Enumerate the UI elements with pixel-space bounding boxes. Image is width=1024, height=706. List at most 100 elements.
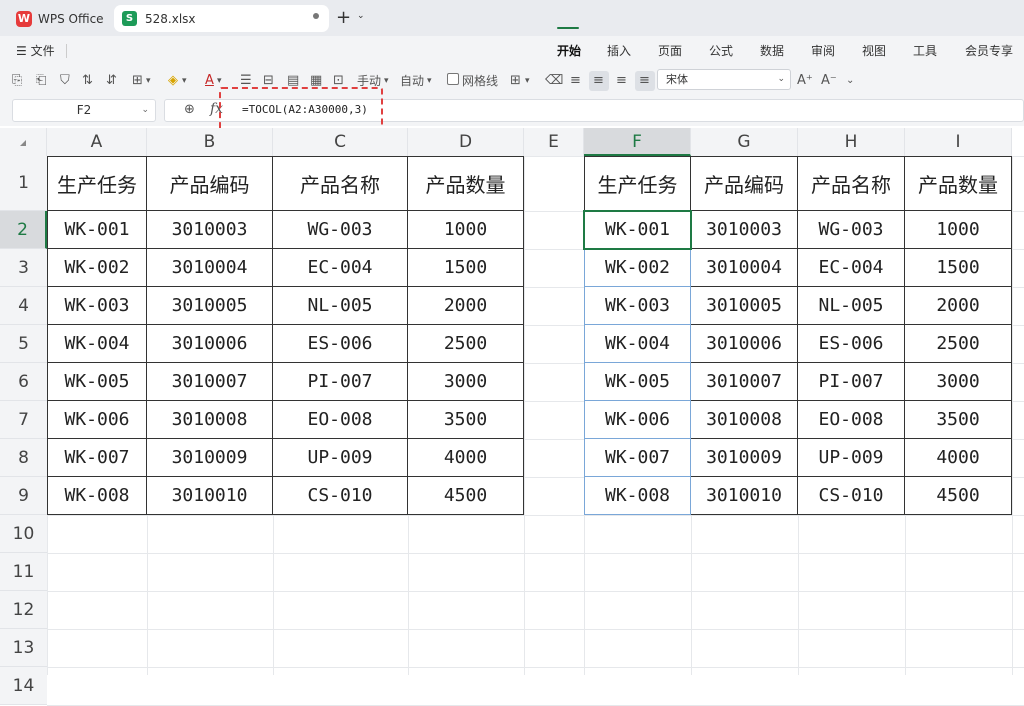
left-table-cell[interactable]: 4000 — [408, 439, 524, 477]
font-shrink-icon[interactable]: A⁻ — [821, 72, 837, 90]
left-table-cell[interactable]: 1500 — [408, 249, 524, 287]
row-header-6[interactable]: 6 — [0, 363, 47, 401]
row-header-14[interactable]: 14 — [0, 667, 47, 705]
column-header-h[interactable]: H — [798, 128, 905, 156]
right-table-cell[interactable]: WK-004 — [584, 325, 691, 363]
auto-calc-button[interactable]: 自动 — [400, 72, 424, 90]
tab-wps-office[interactable]: W WPS Office — [6, 5, 110, 32]
right-table-cell[interactable]: WK-008 — [584, 477, 691, 515]
right-table-cell[interactable]: 3500 — [905, 401, 1012, 439]
sort-ascending-icon[interactable]: ⇅ — [82, 72, 93, 90]
left-table-cell[interactable]: 3010003 — [147, 211, 273, 249]
right-table-cell[interactable]: WK-006 — [584, 401, 691, 439]
left-table-cell[interactable]: WK-005 — [47, 363, 147, 401]
chevron-down-icon[interactable]: ▾ — [384, 72, 389, 90]
right-table-cell[interactable]: 3010007 — [691, 363, 798, 401]
column-header-e[interactable]: E — [524, 128, 584, 156]
column-header-d[interactable]: D — [408, 128, 524, 156]
right-table-cell[interactable]: WK-003 — [584, 287, 691, 325]
right-table-cell[interactable]: WK-001 — [584, 211, 691, 249]
chevron-down-icon[interactable]: ▾ — [525, 72, 530, 90]
row-header-7[interactable]: 7 — [0, 401, 47, 439]
right-table-cell[interactable]: 3010005 — [691, 287, 798, 325]
chevron-down-icon[interactable]: ⌄ — [846, 72, 854, 90]
row-header-13[interactable]: 13 — [0, 629, 47, 667]
align-left-icon[interactable]: ≡ — [570, 72, 581, 90]
left-table-cell[interactable]: CS-010 — [273, 477, 408, 515]
right-table-cell[interactable]: 4000 — [905, 439, 1012, 477]
chevron-down-icon[interactable]: ▾ — [182, 72, 187, 90]
left-table-cell[interactable]: EC-004 — [273, 249, 408, 287]
left-table-header-cell[interactable]: 产品数量 — [408, 156, 524, 211]
left-table-cell[interactable]: EO-008 — [273, 401, 408, 439]
new-tab-button[interactable]: + — [336, 7, 351, 28]
column-header-b[interactable]: B — [147, 128, 273, 156]
right-table-cell[interactable]: WK-002 — [584, 249, 691, 287]
manual-calc-button[interactable]: 手动 — [357, 72, 381, 90]
left-table-cell[interactable]: 3000 — [408, 363, 524, 401]
table-style-icon[interactable]: ▦ — [310, 72, 322, 90]
fill-color-icon[interactable]: ◈ — [168, 72, 178, 90]
gridlines-checkbox[interactable] — [447, 73, 459, 85]
left-table-cell[interactable]: PI-007 — [273, 363, 408, 401]
right-table-cell[interactable]: 2000 — [905, 287, 1012, 325]
wrap-text-icon[interactable]: ☰ — [240, 72, 252, 90]
paste-icon[interactable]: ⎗ — [36, 72, 46, 90]
menu-member[interactable]: 会员专享 — [965, 42, 1013, 59]
right-table-header-cell[interactable]: 产品数量 — [905, 156, 1012, 211]
left-table-cell[interactable]: WK-002 — [47, 249, 147, 287]
column-header-i[interactable]: I — [905, 128, 1012, 156]
freeze-icon[interactable]: ⊡ — [333, 72, 344, 90]
right-table-cell[interactable]: 2500 — [905, 325, 1012, 363]
row-header-11[interactable]: 11 — [0, 553, 47, 591]
left-table-cell[interactable]: WK-001 — [47, 211, 147, 249]
align-middle-icon[interactable]: ≡ — [639, 72, 650, 90]
right-table-header-cell[interactable]: 生产任务 — [584, 156, 691, 211]
row-header-12[interactable]: 12 — [0, 591, 47, 629]
row-col-icon[interactable]: ▤ — [287, 72, 299, 90]
menu-view[interactable]: 视图 — [862, 42, 886, 59]
right-table-cell[interactable]: UP-009 — [798, 439, 905, 477]
menu-data[interactable]: 数据 — [760, 42, 784, 59]
left-table-cell[interactable]: WK-008 — [47, 477, 147, 515]
right-table-cell[interactable]: EC-004 — [798, 249, 905, 287]
menu-file[interactable]: ☰ 文件 — [16, 42, 55, 59]
right-table-cell[interactable]: 3010003 — [691, 211, 798, 249]
border-icon[interactable]: ⊞ — [132, 72, 143, 90]
right-table-cell[interactable]: 3010009 — [691, 439, 798, 477]
column-header-g[interactable]: G — [691, 128, 798, 156]
right-table-cell[interactable]: WK-005 — [584, 363, 691, 401]
right-table-cell[interactable]: WG-003 — [798, 211, 905, 249]
row-header-10[interactable]: 10 — [0, 515, 47, 553]
left-table-cell[interactable]: 3010010 — [147, 477, 273, 515]
left-table-cell[interactable]: 3500 — [408, 401, 524, 439]
chevron-down-icon[interactable]: ▾ — [217, 72, 222, 90]
unsaved-dot-icon[interactable] — [313, 13, 319, 19]
right-table-cell[interactable]: CS-010 — [798, 477, 905, 515]
column-header-a[interactable]: A — [47, 128, 147, 156]
right-table-cell[interactable]: 1000 — [905, 211, 1012, 249]
right-table-cell[interactable]: 1500 — [905, 249, 1012, 287]
menu-insert[interactable]: 插入 — [607, 42, 631, 59]
right-table-header-cell[interactable]: 产品名称 — [798, 156, 905, 211]
font-name-select[interactable]: 宋体 ⌄ — [657, 69, 791, 90]
left-table-cell[interactable]: 2500 — [408, 325, 524, 363]
menu-tools[interactable]: 工具 — [913, 42, 937, 59]
zoom-icon[interactable]: ⊕ — [184, 102, 195, 117]
left-table-cell[interactable]: WG-003 — [273, 211, 408, 249]
left-table-cell[interactable]: WK-006 — [47, 401, 147, 439]
chevron-down-icon[interactable]: ▾ — [146, 72, 151, 90]
row-header-5[interactable]: 5 — [0, 325, 47, 363]
left-table-cell[interactable]: UP-009 — [273, 439, 408, 477]
name-box[interactable]: F2 ⌄ — [12, 99, 156, 122]
left-table-cell[interactable]: WK-007 — [47, 439, 147, 477]
menu-home[interactable]: 开始 — [557, 42, 581, 59]
cell-format-icon[interactable]: ⊞ — [510, 72, 521, 90]
right-table-cell[interactable]: 3010008 — [691, 401, 798, 439]
align-center-icon[interactable]: ≡ — [593, 72, 604, 90]
merge-icon[interactable]: ⊟ — [263, 72, 274, 90]
left-table-cell[interactable]: 3010006 — [147, 325, 273, 363]
left-table-cell[interactable]: WK-004 — [47, 325, 147, 363]
chevron-down-icon[interactable]: ⌄ — [141, 100, 149, 121]
left-table-cell[interactable]: 1000 — [408, 211, 524, 249]
